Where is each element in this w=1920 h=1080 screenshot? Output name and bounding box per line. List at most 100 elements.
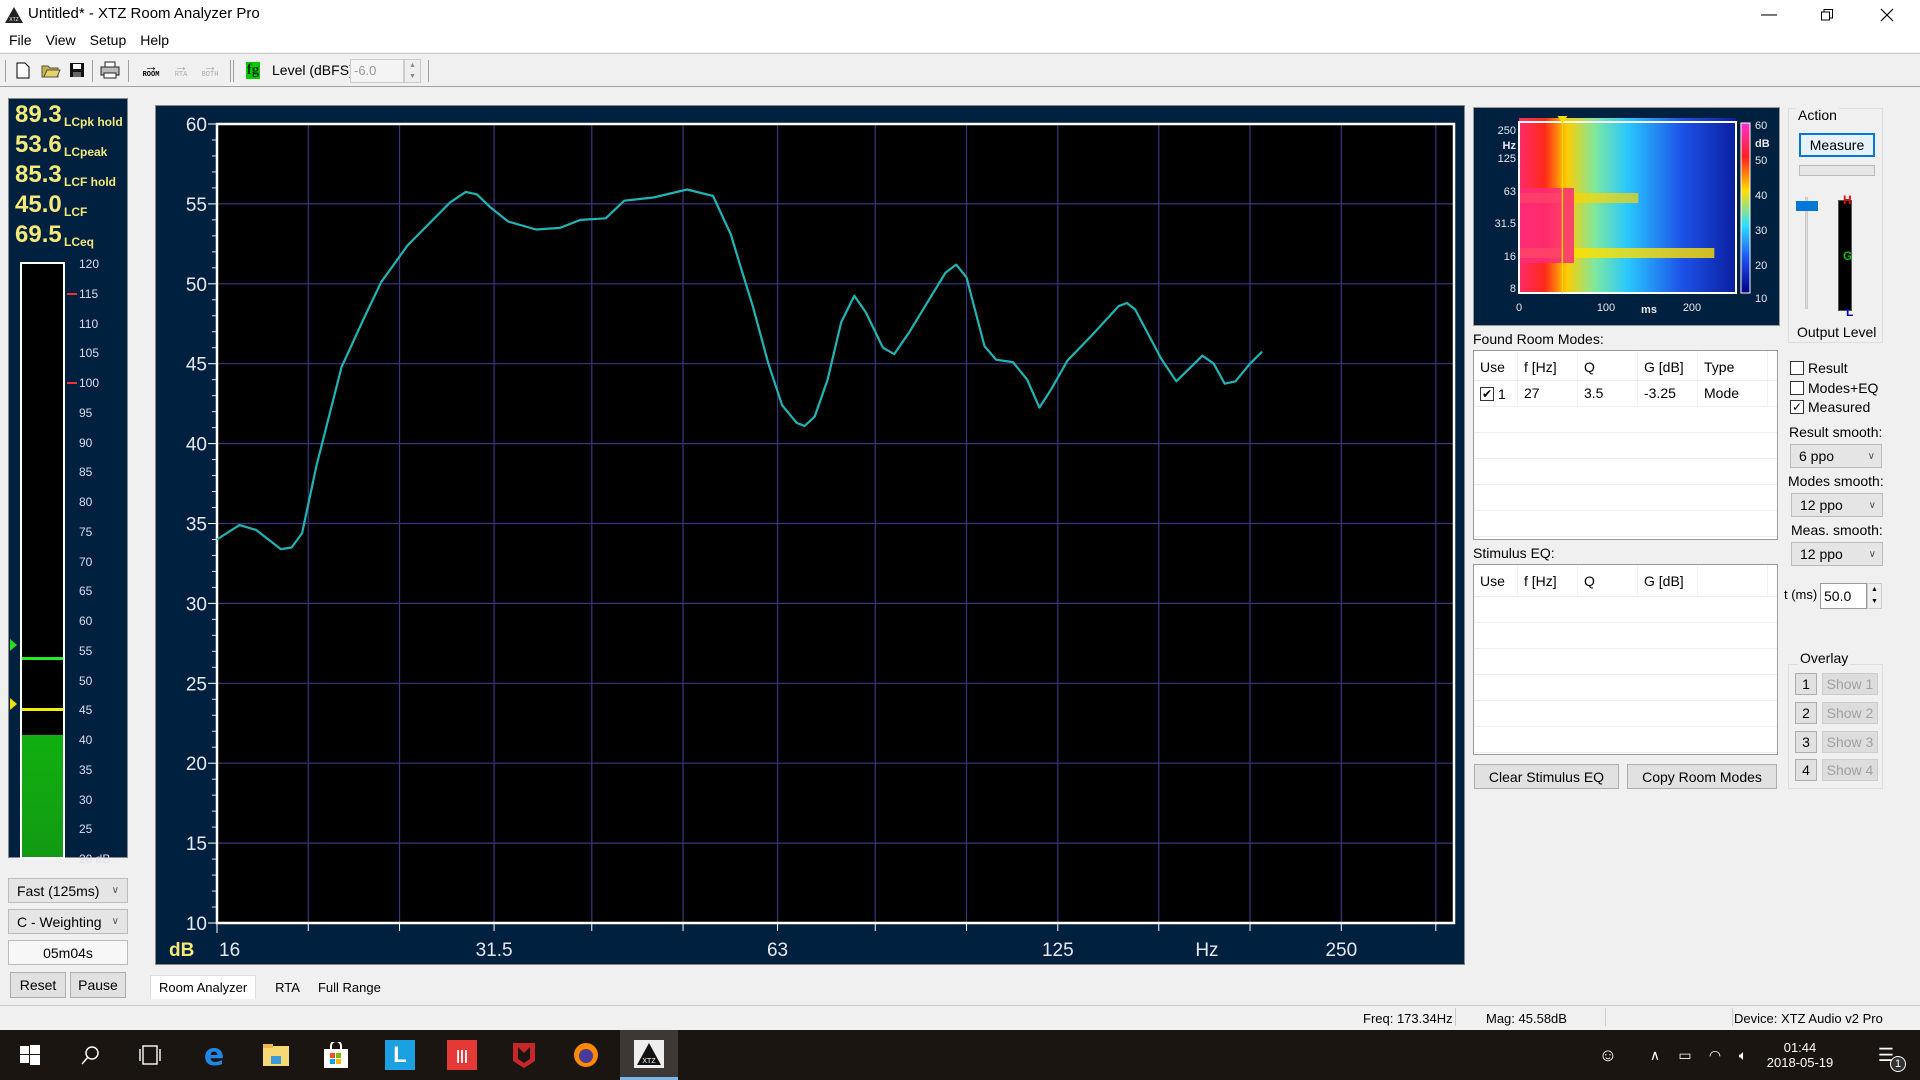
print-button[interactable] — [99, 59, 121, 81]
maximize-button[interactable] — [1804, 0, 1850, 30]
waterfall-x-label: 0 — [1516, 302, 1522, 314]
minimize-button[interactable]: — — [1746, 0, 1792, 30]
output-level-track — [1805, 197, 1808, 309]
meter-reading-value: 53.6 — [15, 131, 62, 158]
meter-scale-label: 85 — [79, 465, 93, 480]
mcafee-button[interactable] — [498, 1030, 550, 1080]
start-button[interactable] — [4, 1030, 56, 1080]
modes-eq-checkbox[interactable]: Modes+EQ — [1790, 380, 1878, 396]
frequency-response-chart: 60 55 50 45 40 35 30 25 20 15 10 16 31.5 63 125 250 Hz dB — [169, 115, 1456, 961]
output-level-slider[interactable] — [1796, 200, 1818, 211]
open-button[interactable] — [40, 59, 62, 81]
room-mode-row[interactable]: ✔ 1 27 3.5 -3.25 Mode — [1474, 381, 1777, 407]
time-weighting-select[interactable]: Fast (125ms) ∨ — [8, 878, 128, 903]
x-tick-label: 125 — [1042, 940, 1074, 961]
reset-button[interactable]: Reset — [10, 972, 66, 998]
pause-button[interactable]: Pause — [70, 972, 126, 998]
room-modes-title: Found Room Modes: — [1473, 331, 1604, 347]
clock[interactable]: 01:44 2018-05-19 — [1760, 1030, 1840, 1080]
search-button[interactable] — [64, 1030, 116, 1080]
firefox-icon — [574, 1043, 598, 1067]
overlay-store-button-2[interactable]: 2 — [1795, 702, 1817, 724]
tab-full-range[interactable]: Full Range — [309, 975, 390, 999]
room-modes-header: Use f [Hz] Q G [dB] Type — [1474, 351, 1777, 381]
toolbar: → ROOM → RTA → BOTH fg Level (dBFS) -6.0 ▲ ▼ — [0, 53, 1920, 87]
y-tick-label: 55 — [186, 195, 207, 216]
clear-stimulus-eq-button[interactable]: Clear Stimulus EQ — [1474, 764, 1619, 789]
time-spinner[interactable]: ▲ ▼ — [1867, 583, 1882, 609]
tab-room-analyzer[interactable]: Room Analyzer — [150, 975, 257, 999]
menu-setup[interactable]: Setup — [90, 30, 135, 52]
close-button[interactable] — [1864, 0, 1910, 30]
red-app-button[interactable]: ||| — [436, 1030, 488, 1080]
level-spinner[interactable]: ▲ ▼ — [404, 59, 421, 83]
x-tick-label: 16 — [219, 940, 240, 961]
y-tick-label: 15 — [186, 834, 207, 855]
minimize-icon: — — [1761, 6, 1777, 23]
waterfall-x-label: 200 — [1683, 302, 1701, 314]
overlay-show-button-1[interactable]: Show 1 — [1822, 673, 1878, 695]
save-button[interactable] — [66, 59, 88, 81]
meter-scale-label: 50 — [79, 673, 93, 688]
battery-button[interactable]: ▭ — [1670, 1030, 1700, 1080]
new-file-button[interactable] — [12, 59, 34, 81]
store-button[interactable] — [310, 1030, 362, 1080]
overlay-show-button-3[interactable]: Show 3 — [1822, 731, 1878, 753]
use-checkbox[interactable]: ✔ — [1480, 386, 1494, 401]
color-scale-label: dB — [1755, 138, 1770, 150]
action-center-button[interactable]: ☰ 1 — [1862, 1030, 1910, 1080]
l-app-button[interactable]: L — [374, 1030, 426, 1080]
wifi-button[interactable]: ◠ — [1700, 1030, 1730, 1080]
menu-file[interactable]: File — [9, 30, 40, 52]
y-tick-label: 10 — [186, 914, 207, 935]
result-checkbox[interactable]: Result — [1790, 360, 1848, 376]
people-button[interactable]: ☺ — [1588, 1030, 1628, 1080]
menu-help[interactable]: Help — [140, 30, 177, 52]
task-view-button[interactable] — [124, 1030, 176, 1080]
generator-button[interactable]: fg — [242, 59, 264, 81]
volume-button[interactable]: 🔈︎ — [1728, 1030, 1758, 1080]
x-tick-label: 63 — [767, 940, 788, 961]
y-tick-label: 60 — [186, 115, 207, 136]
time-input[interactable]: 50.0 — [1820, 583, 1867, 609]
overlay-store-button-1[interactable]: 1 — [1795, 673, 1817, 695]
result-smooth-select[interactable]: 6 ppo ∨ — [1790, 444, 1882, 468]
frequency-response-graph[interactable]: 60 55 50 45 40 35 30 25 20 15 10 16 31.5 63 125 250 Hz dB — [155, 105, 1465, 965]
frequency-weighting-select[interactable]: C - Weighting ∨ — [8, 909, 128, 934]
meas-smooth-select[interactable]: 12 ppo ∨ — [1791, 542, 1883, 566]
waterfall-y-label: Hz — [1503, 140, 1517, 152]
overlay-show-button-4[interactable]: Show 4 — [1822, 759, 1878, 781]
waterfall-y-label: 250 — [1498, 125, 1516, 137]
menu-view[interactable]: View — [46, 30, 84, 52]
measured-checkbox[interactable]: ✓ Measured — [1790, 399, 1870, 415]
stimulus-eq-header: Use f [Hz] Q G [dB] — [1474, 565, 1777, 597]
firefox-button[interactable] — [560, 1030, 612, 1080]
meter-scale-label: 30 — [79, 792, 93, 807]
task-view-icon — [139, 1045, 161, 1065]
edge-button[interactable]: e — [188, 1030, 240, 1080]
meter-red-tick — [67, 382, 77, 384]
overlay-store-button-3[interactable]: 3 — [1795, 731, 1817, 753]
measure-both-button[interactable]: → BOTH — [198, 59, 222, 81]
waterfall-color-bar — [1740, 122, 1751, 294]
color-scale-label: 10 — [1755, 293, 1767, 305]
tab-rta[interactable]: RTA — [266, 975, 309, 999]
xtz-logo-icon: XTZ — [5, 7, 23, 23]
measure-button[interactable]: Measure — [1799, 133, 1875, 157]
overlay-show-button-2[interactable]: Show 2 — [1822, 702, 1878, 724]
file-explorer-button[interactable] — [250, 1030, 302, 1080]
waterfall-y-label: 125 — [1498, 153, 1516, 165]
show-hidden-icons-button[interactable]: ∧ — [1640, 1030, 1670, 1080]
meter-scale-label: 110 — [79, 316, 99, 331]
measure-rta-button[interactable]: → RTA — [169, 59, 193, 81]
meter-scale-label: 45 — [79, 703, 93, 718]
room-modes-table: Use f [Hz] Q G [dB] Type ✔ 1 27 3.5 -3.25… — [1473, 350, 1778, 540]
xtz-app-button[interactable]: XTZ — [620, 1030, 678, 1080]
overlay-store-button-4[interactable]: 4 — [1795, 759, 1817, 781]
color-scale-label: 60 — [1755, 120, 1767, 132]
copy-room-modes-button[interactable]: Copy Room Modes — [1627, 764, 1777, 789]
spl-bar — [20, 262, 65, 859]
measure-room-button[interactable]: → ROOM — [139, 59, 163, 81]
level-input[interactable]: -6.0 — [350, 59, 404, 83]
modes-smooth-select[interactable]: 12 ppo ∨ — [1791, 493, 1883, 517]
